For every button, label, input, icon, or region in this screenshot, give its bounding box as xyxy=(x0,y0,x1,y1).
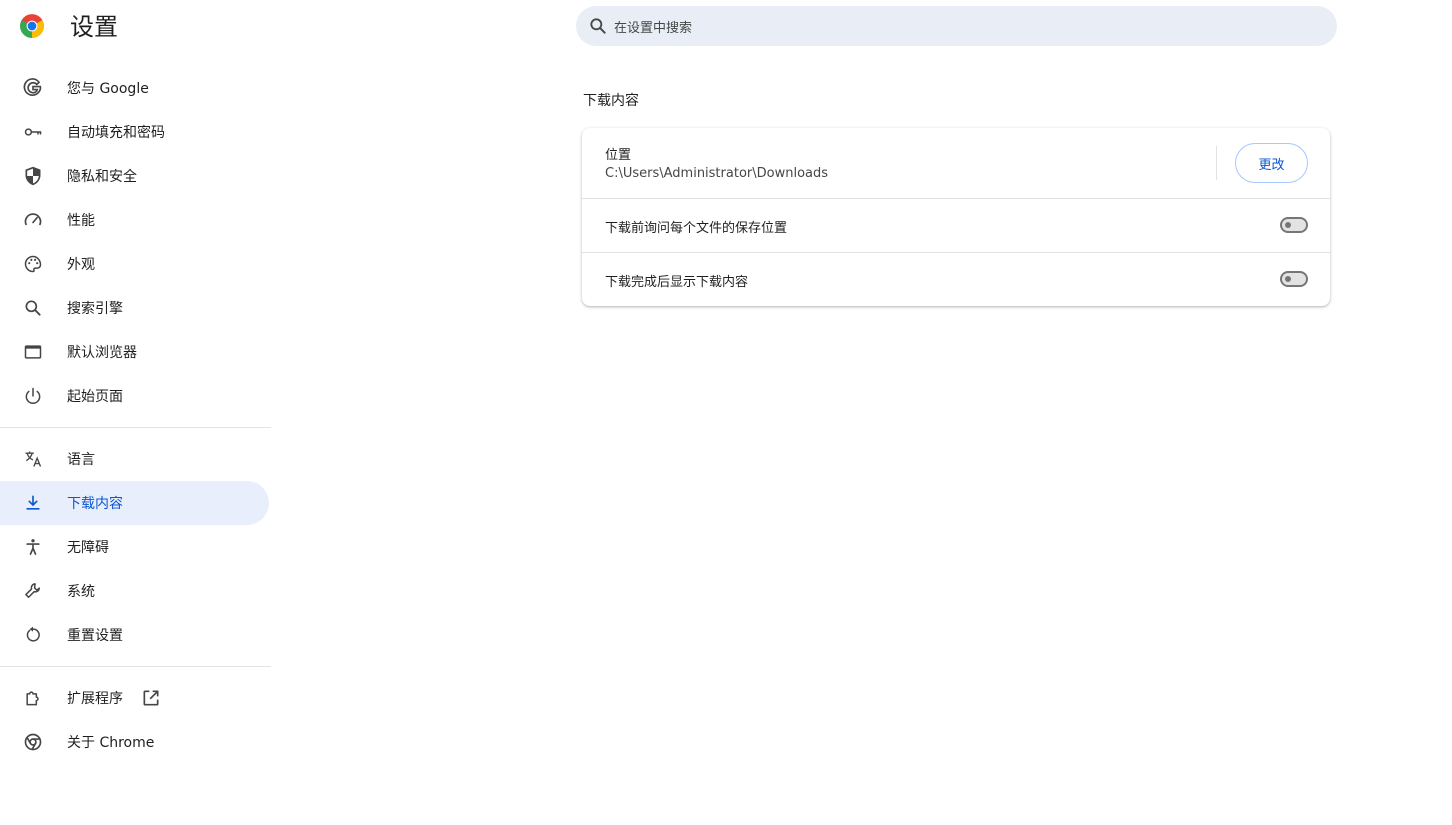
sidebar-item-label: 起始页面 xyxy=(67,389,123,405)
search-input[interactable]: 在设置中搜索 xyxy=(576,6,1337,46)
sidebar-item-label: 性能 xyxy=(67,213,95,229)
sidebar-item-label: 重置设置 xyxy=(67,628,123,644)
browser-window-icon xyxy=(23,342,43,362)
sidebar-item-label: 搜索引擎 xyxy=(67,301,123,317)
sidebar-item-privacy[interactable]: 隐私和安全 xyxy=(0,154,269,198)
sidebar-item-label: 无障碍 xyxy=(67,540,109,556)
key-icon xyxy=(23,122,43,142)
sidebar-item-autofill[interactable]: 自动填充和密码 xyxy=(0,110,269,154)
toggle-knob xyxy=(1285,276,1291,282)
location-label: 位置 xyxy=(605,148,632,163)
ask-where-to-save-toggle[interactable] xyxy=(1280,217,1308,233)
search-placeholder: 在设置中搜索 xyxy=(614,20,693,36)
show-downloads-when-done-row[interactable]: 下载完成后显示下载内容 xyxy=(582,252,1330,306)
sidebar-item-label: 扩展程序 xyxy=(67,691,123,707)
sidebar-item-label: 自动填充和密码 xyxy=(67,125,165,141)
power-icon xyxy=(23,386,43,406)
chrome-icon xyxy=(23,732,43,752)
ask-where-to-save-label: 下载前询问每个文件的保存位置 xyxy=(605,221,788,236)
open-in-new-icon xyxy=(143,690,159,706)
sidebar-item-languages[interactable]: 语言 xyxy=(0,437,269,481)
change-location-button[interactable]: 更改 xyxy=(1235,143,1308,183)
location-row: 位置 C:\Users\Administrator\Downloads 更改 xyxy=(582,128,1330,198)
downloads-settings-card: 位置 C:\Users\Administrator\Downloads 更改 下… xyxy=(582,128,1330,306)
accessibility-icon xyxy=(23,537,43,557)
sidebar-item-label: 下载内容 xyxy=(67,496,123,512)
toggle-knob xyxy=(1285,222,1291,228)
sidebar-item-label: 您与 Google xyxy=(67,81,149,97)
download-icon xyxy=(23,493,43,513)
sidebar-item-accessibility[interactable]: 无障碍 xyxy=(0,525,269,569)
sidebar-item-system[interactable]: 系统 xyxy=(0,569,269,613)
wrench-icon xyxy=(23,581,43,601)
sidebar-item-about-chrome[interactable]: 关于 Chrome xyxy=(0,720,269,764)
palette-icon xyxy=(23,254,43,274)
settings-page: 设置 在设置中搜索 您与 Google 自动填充和密码 隐私和安全 性能 外观 … xyxy=(0,0,1452,825)
sidebar-item-on-startup[interactable]: 起始页面 xyxy=(0,374,269,418)
sidebar-item-label: 默认浏览器 xyxy=(67,345,137,361)
sidebar-item-label: 关于 Chrome xyxy=(67,735,155,751)
sidebar-item-label: 系统 xyxy=(67,584,95,600)
sidebar-divider xyxy=(0,427,271,428)
sidebar-item-default-browser[interactable]: 默认浏览器 xyxy=(0,330,269,374)
sidebar-divider xyxy=(0,666,271,667)
ask-where-to-save-row[interactable]: 下载前询问每个文件的保存位置 xyxy=(582,198,1330,252)
sidebar-item-appearance[interactable]: 外观 xyxy=(0,242,269,286)
speedometer-icon xyxy=(23,210,43,230)
search-icon xyxy=(590,18,606,34)
brand: 设置 xyxy=(19,13,118,41)
page-title: 设置 xyxy=(70,13,118,41)
chrome-logo-icon xyxy=(20,14,44,38)
sidebar-item-extensions[interactable]: 扩展程序 xyxy=(0,676,269,720)
sidebar-item-performance[interactable]: 性能 xyxy=(0,198,269,242)
sidebar-item-label: 外观 xyxy=(67,257,95,273)
section-title: 下载内容 xyxy=(583,93,639,109)
location-path: C:\Users\Administrator\Downloads xyxy=(605,166,829,181)
sidebar-item-you-and-google[interactable]: 您与 Google xyxy=(0,66,269,110)
reset-icon xyxy=(23,625,43,645)
show-downloads-when-done-toggle[interactable] xyxy=(1280,271,1308,287)
search-icon xyxy=(23,298,43,318)
translate-icon xyxy=(23,449,43,469)
shield-icon xyxy=(23,166,43,186)
sidebar-item-label: 隐私和安全 xyxy=(67,169,137,185)
google-icon xyxy=(23,78,43,98)
sidebar-item-search-engine[interactable]: 搜索引擎 xyxy=(0,286,269,330)
puzzle-icon xyxy=(23,688,43,708)
sidebar-item-downloads[interactable]: 下载内容 xyxy=(0,481,269,525)
sidebar-item-reset[interactable]: 重置设置 xyxy=(0,613,269,657)
sidebar-item-label: 语言 xyxy=(67,452,95,468)
show-downloads-when-done-label: 下载完成后显示下载内容 xyxy=(605,275,749,290)
sidebar: 您与 Google 自动填充和密码 隐私和安全 性能 外观 搜索引擎 默认浏览器… xyxy=(0,66,271,764)
row-separator xyxy=(1216,146,1217,180)
